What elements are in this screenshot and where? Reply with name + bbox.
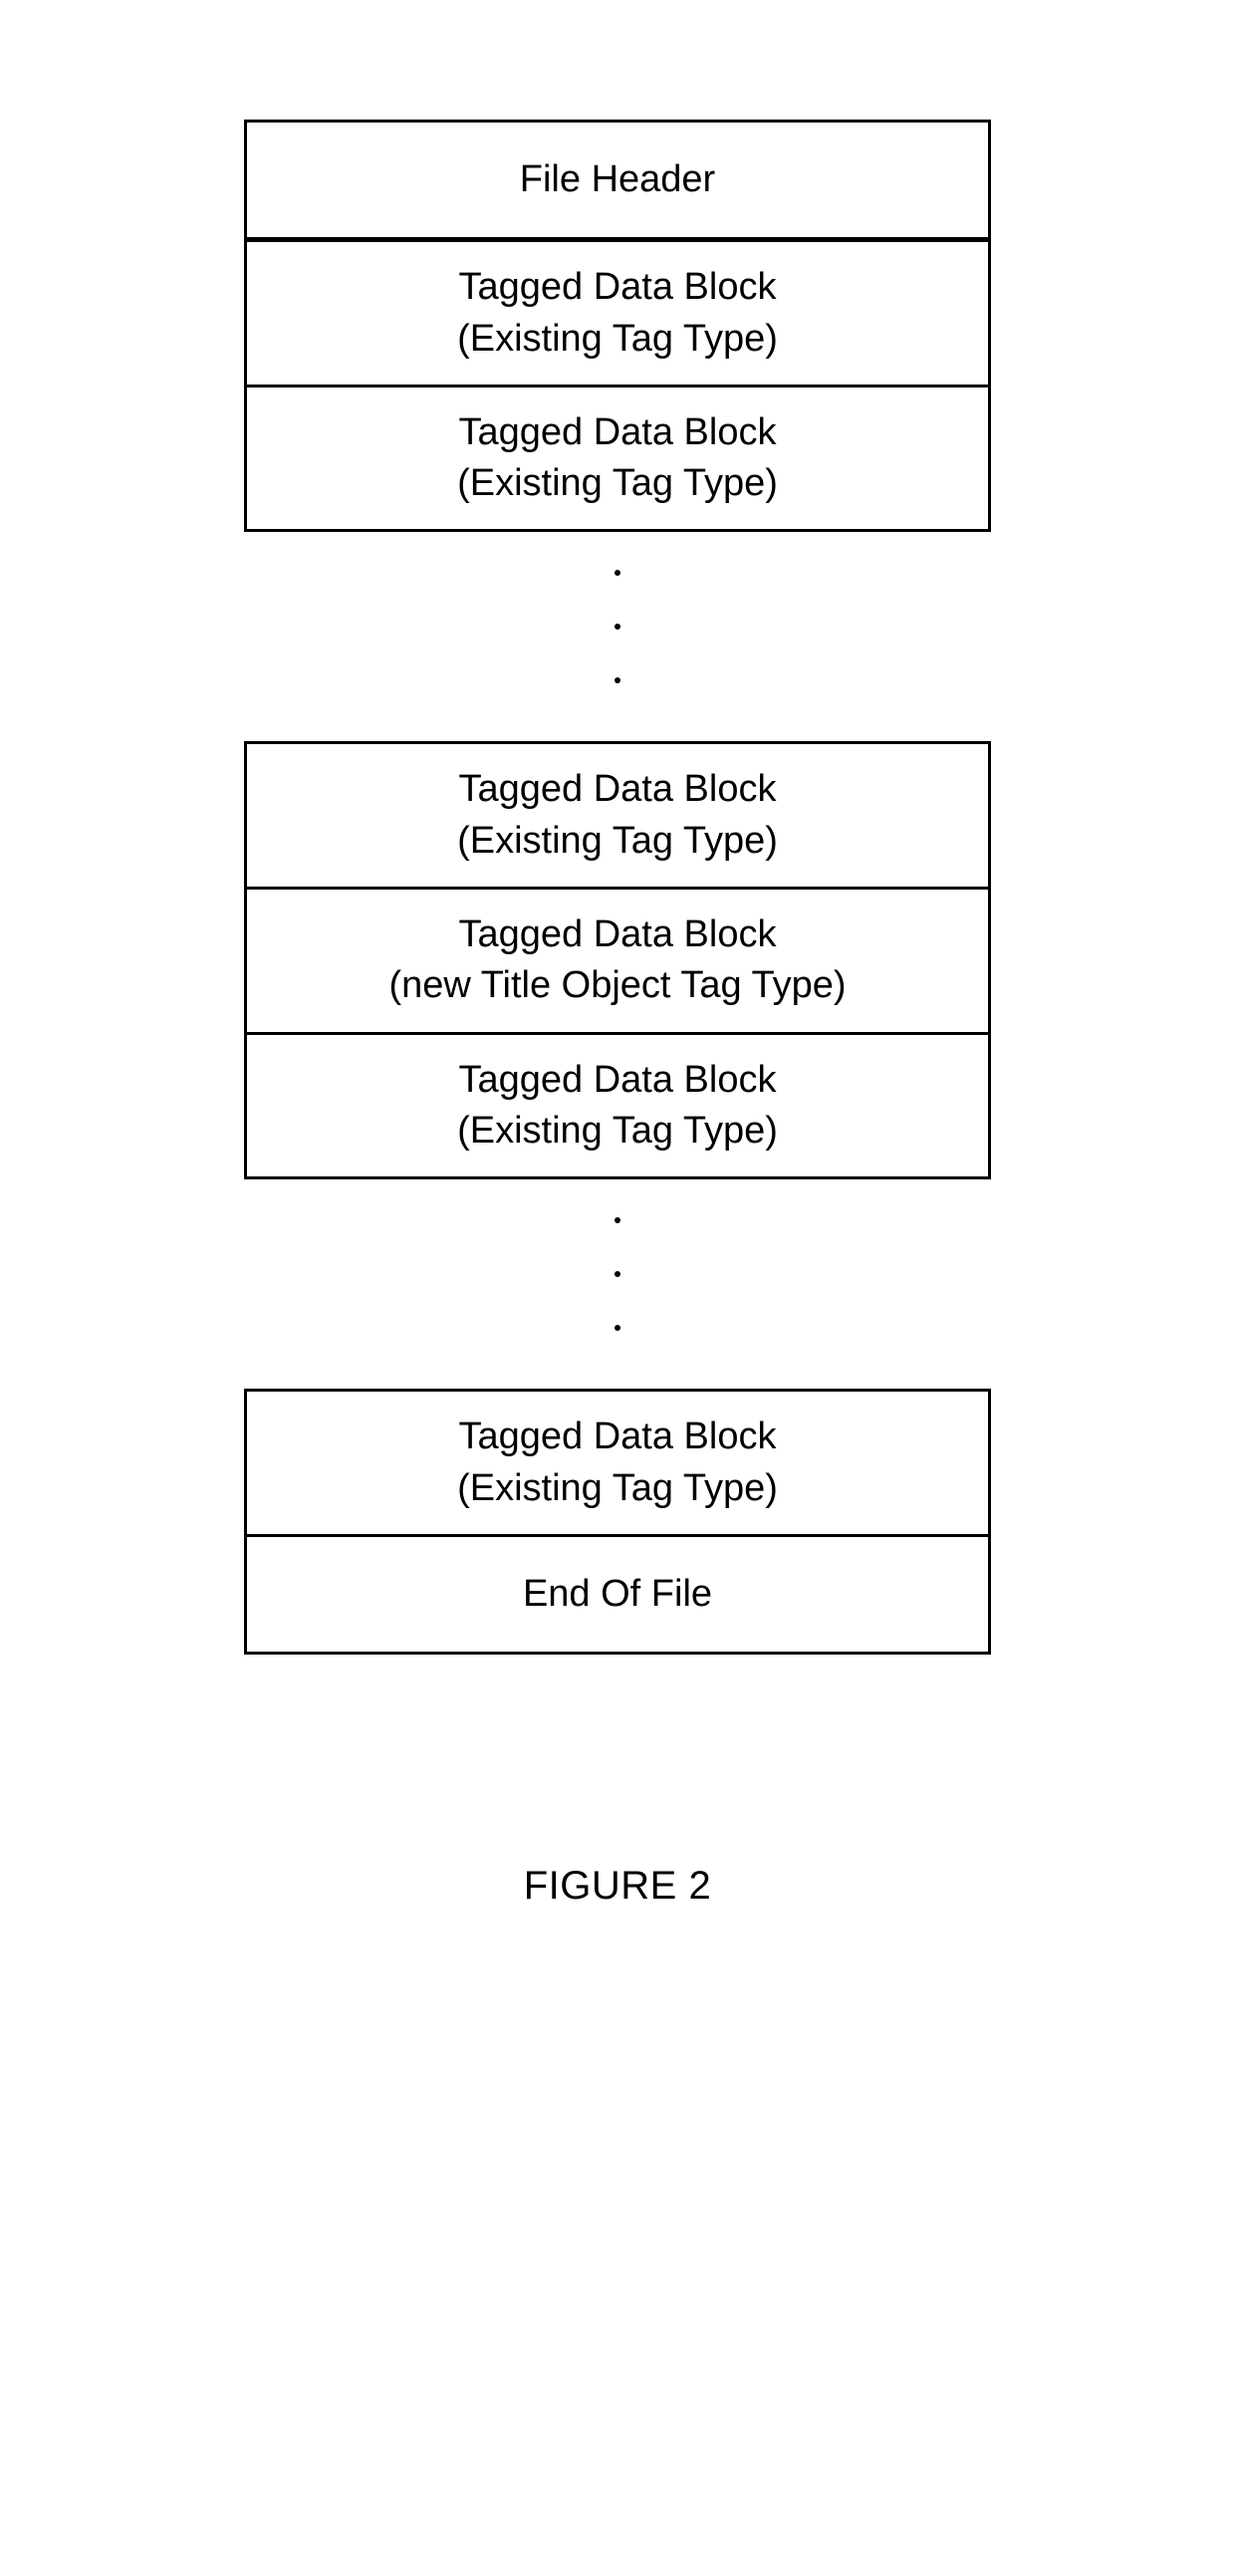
block-label-line2: (Existing Tag Type) <box>457 1110 778 1152</box>
tagged-data-block: Tagged Data Block (Existing Tag Type) <box>244 242 991 387</box>
figure-caption: FIGURE 2 <box>524 1864 711 1909</box>
tagged-data-block: Tagged Data Block (Existing Tag Type) <box>244 741 991 890</box>
file-header-block: File Header <box>244 120 991 242</box>
tagged-data-block: Tagged Data Block (Existing Tag Type) <box>244 387 991 533</box>
end-of-file-block: End Of File <box>244 1537 991 1655</box>
file-structure-diagram: File Header Tagged Data Block (Existing … <box>0 120 1235 1909</box>
block-label-line2: (Existing Tag Type) <box>457 318 778 360</box>
block-group-3: Tagged Data Block (Existing Tag Type) En… <box>244 1389 991 1655</box>
vertical-ellipsis-icon <box>615 532 620 741</box>
block-label-line2: (new Title Object Tag Type) <box>388 964 846 1006</box>
block-label-line1: Tagged Data Block <box>459 1059 777 1101</box>
block-label: End Of File <box>523 1573 712 1615</box>
block-group-1: File Header Tagged Data Block (Existing … <box>244 120 991 532</box>
block-label-line2: (Existing Tag Type) <box>457 462 778 504</box>
tagged-data-block-new-title: Tagged Data Block (new Title Object Tag … <box>244 890 991 1035</box>
block-label-line1: Tagged Data Block <box>459 913 777 955</box>
block-label-line2: (Existing Tag Type) <box>457 1467 778 1509</box>
block-group-2: Tagged Data Block (Existing Tag Type) Ta… <box>244 741 991 1179</box>
block-label: File Header <box>520 158 715 200</box>
block-label-line1: Tagged Data Block <box>459 411 777 453</box>
block-label-line1: Tagged Data Block <box>459 1416 777 1457</box>
tagged-data-block: Tagged Data Block (Existing Tag Type) <box>244 1035 991 1180</box>
block-label-line1: Tagged Data Block <box>459 266 777 308</box>
vertical-ellipsis-icon <box>615 1179 620 1389</box>
block-label-line2: (Existing Tag Type) <box>457 820 778 862</box>
block-label-line1: Tagged Data Block <box>459 768 777 810</box>
tagged-data-block: Tagged Data Block (Existing Tag Type) <box>244 1389 991 1537</box>
